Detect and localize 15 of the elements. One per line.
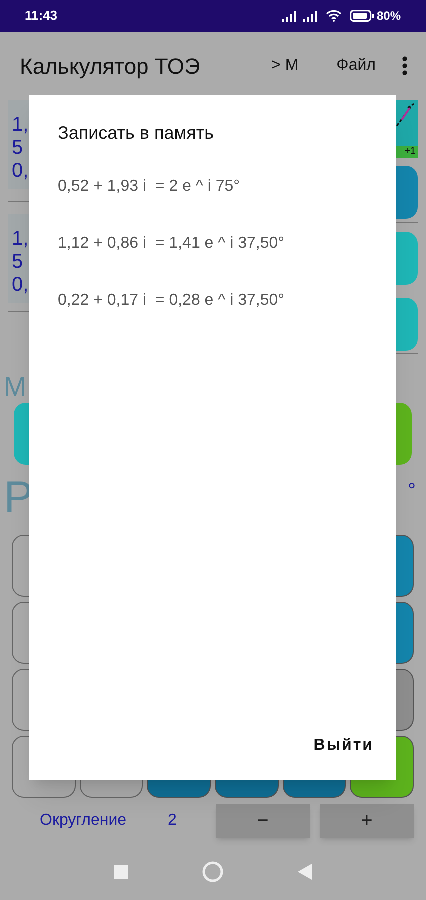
clock: 11:43 — [25, 7, 58, 26]
display-text: 5 — [12, 251, 24, 274]
dialog-title: Записать в память — [58, 122, 215, 145]
rounding-label: Округление — [40, 811, 128, 831]
display-text: 5 — [12, 137, 24, 160]
axis-label: +1 — [394, 146, 418, 158]
display-text: 0, — [12, 274, 30, 297]
app-title: Калькулятор ТОЭ — [20, 52, 200, 81]
display-text: 0, — [12, 160, 30, 183]
battery-level: 80% — [376, 8, 401, 25]
memory-label: М — [3, 371, 28, 403]
display-text: 1, — [12, 228, 30, 251]
rounding-value: 2 — [168, 811, 178, 831]
degree-sign: ° — [408, 481, 416, 501]
display-text: 1, — [12, 114, 30, 137]
